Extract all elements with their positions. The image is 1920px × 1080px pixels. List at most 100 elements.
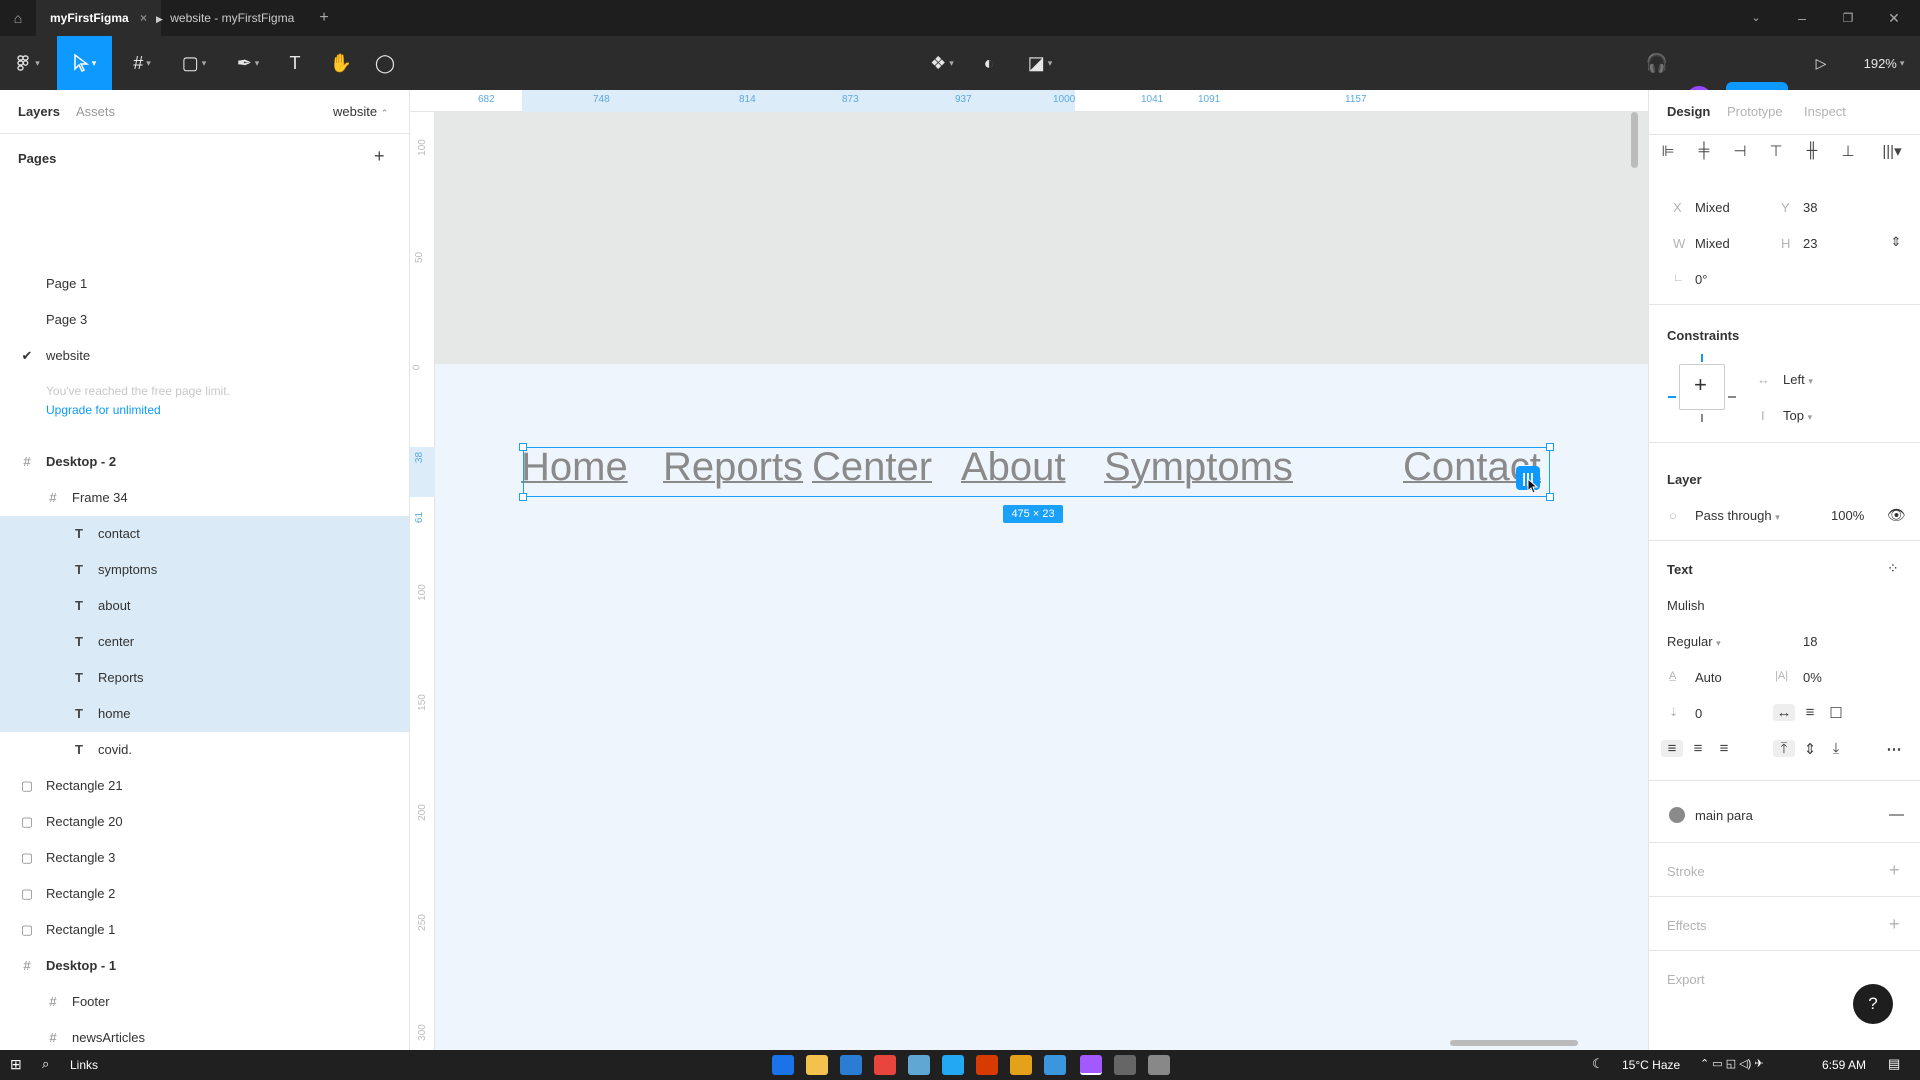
text-styles-icon[interactable]: ⁘ [1887,560,1899,577]
app-icon[interactable] [908,1055,930,1075]
layer-row[interactable]: T Reports [0,660,409,696]
restore-icon[interactable]: ❐ [1838,8,1858,28]
page-item[interactable]: Page 1 [0,266,409,302]
mask-button[interactable]: ◐ [976,36,1002,90]
auto-height-icon[interactable]: ≡ [1799,704,1821,721]
align-top-icon[interactable]: ⊤ [1765,142,1787,160]
letter-spacing-field[interactable]: 0% [1803,670,1822,685]
layer-row[interactable]: # Footer [0,984,409,1020]
vertical-scrollbar[interactable] [1631,112,1638,168]
comment-tool-button[interactable]: ◯ [370,36,400,90]
align-middle-text-icon[interactable]: ⇕ [1799,740,1821,758]
align-top-text-icon[interactable]: ⤒ [1773,740,1795,757]
home-icon[interactable]: ⌂ [8,8,28,28]
layer-row[interactable]: # Frame 34 [0,480,409,516]
font-weight-select[interactable]: Regular ▾ [1667,634,1721,649]
text-tool-button[interactable]: T [282,36,308,90]
constraint-top-bar[interactable] [1701,354,1703,362]
edge-icon[interactable] [772,1055,794,1075]
boolean-button[interactable]: ◪ ▾ [1020,36,1060,90]
auto-width-icon[interactable]: ↔ [1773,704,1795,721]
app-icon[interactable] [1010,1055,1032,1075]
tab-inspect[interactable]: Inspect [1804,104,1846,119]
layer-row[interactable]: Tcovid. [0,732,409,768]
more-options-icon[interactable]: ⋯ [1883,740,1905,758]
x-field[interactable]: Mixed [1695,200,1730,215]
office-icon[interactable] [976,1055,998,1075]
help-button[interactable]: ? [1853,984,1893,1024]
align-center-h-icon[interactable]: ╪ [1693,142,1715,159]
hand-tool-button[interactable]: ✋ [326,36,356,90]
constraint-bottom-bar[interactable] [1701,414,1703,422]
eye-icon[interactable]: 👁 [1887,506,1906,524]
resize-handle-bottom-right[interactable] [1546,493,1554,501]
minimize-icon[interactable]: – [1792,8,1812,28]
clock[interactable]: 6:59 AM [1822,1058,1866,1072]
layer-row[interactable]: Thome [0,696,409,732]
blend-mode-select[interactable]: Pass through ▾ [1695,508,1780,523]
fixed-size-icon[interactable]: ☐ [1825,704,1847,722]
mail-icon[interactable] [840,1055,862,1075]
constrain-proportions-icon[interactable]: ⇕ [1885,234,1907,250]
layer-row[interactable]: ▢ Rectangle 21 [0,768,409,804]
remove-fill-icon[interactable]: — [1889,806,1904,823]
audio-button[interactable]: 🎧 [1642,36,1672,90]
layer-row[interactable]: # Desktop - 1 [0,948,409,984]
layer-row[interactable]: ▢ Rectangle 3 [0,840,409,876]
align-right-icon[interactable]: ⊣ [1729,142,1751,160]
align-center-v-icon[interactable]: ╫ [1801,142,1823,159]
resize-handle-top-right[interactable] [1546,443,1554,451]
frame-header-area[interactable] [435,112,1648,364]
align-bottom-icon[interactable]: ⊥ [1837,142,1859,160]
font-size-field[interactable]: 18 [1803,634,1817,649]
upgrade-link[interactable]: Upgrade for unlimited [46,403,161,417]
layer-row[interactable]: ▢ Rectangle 2 [0,876,409,912]
app-icon[interactable] [1148,1055,1170,1075]
move-tool-button[interactable]: ▾ [57,36,112,90]
fill-style-name[interactable]: main para [1695,808,1753,823]
layer-row[interactable]: # newsArticles [0,1020,409,1050]
text-align-left-icon[interactable]: ≡ [1661,740,1683,757]
app-icon[interactable] [1114,1055,1136,1075]
add-effect-icon[interactable]: + [1889,914,1900,935]
constraint-left-bar[interactable] [1668,396,1676,398]
frame-tool-button[interactable]: # ▾ [122,36,162,90]
vscode-icon[interactable] [942,1055,964,1075]
taskbar-links-label[interactable]: Links [70,1058,98,1072]
close-window-icon[interactable]: ✕ [1884,8,1904,28]
layer-row[interactable]: Tabout [0,588,409,624]
horizontal-scrollbar[interactable] [1450,1040,1578,1046]
app-icon[interactable] [1044,1055,1066,1075]
rotation-field[interactable]: 0° [1695,272,1707,287]
text-align-center-icon[interactable]: ≡ [1687,740,1709,757]
tab-website[interactable]: ▶ website - myFirstFigma [142,0,308,36]
page-item[interactable]: Page 3 [0,302,409,338]
opacity-field[interactable]: 100% [1831,508,1864,523]
search-icon[interactable]: ⌕ [42,1056,49,1072]
add-page-icon[interactable]: + [374,146,385,167]
paragraph-spacing-field[interactable]: 0 [1695,706,1702,721]
tab-prototype[interactable]: Prototype [1727,104,1783,119]
vertical-constraint-select[interactable]: Top ▾ [1783,408,1812,423]
distribute-icon[interactable]: |||▾ [1877,142,1907,160]
add-stroke-icon[interactable]: + [1889,860,1900,881]
layer-row[interactable]: Tcontact [0,516,409,552]
page-item-active[interactable]: ✔ website [0,338,409,374]
font-family-select[interactable]: Mulish [1667,598,1705,613]
constraint-right-bar[interactable] [1728,396,1736,398]
align-left-icon[interactable]: ⊫ [1657,142,1679,160]
resize-handle-top-left[interactable] [519,443,527,451]
layer-row[interactable]: # Desktop - 2 [0,444,409,480]
h-field[interactable]: 23 [1803,236,1817,251]
main-menu-button[interactable]: ▾ [8,36,48,90]
layer-row[interactable]: ▢ Rectangle 20 [0,804,409,840]
text-align-right-icon[interactable]: ≡ [1713,740,1735,757]
shape-tool-button[interactable]: ▢ ▾ [174,36,214,90]
tab-layers[interactable]: Layers [18,104,60,119]
pen-tool-button[interactable]: ✒ ▾ [228,36,268,90]
chevron-down-icon[interactable]: ⌄ [1746,8,1766,28]
component-button[interactable]: ❖ ▾ [922,36,962,90]
y-field[interactable]: 38 [1803,200,1817,215]
horizontal-constraint-select[interactable]: Left ▾ [1783,372,1813,387]
weather-text[interactable]: 15°C Haze [1622,1058,1680,1072]
